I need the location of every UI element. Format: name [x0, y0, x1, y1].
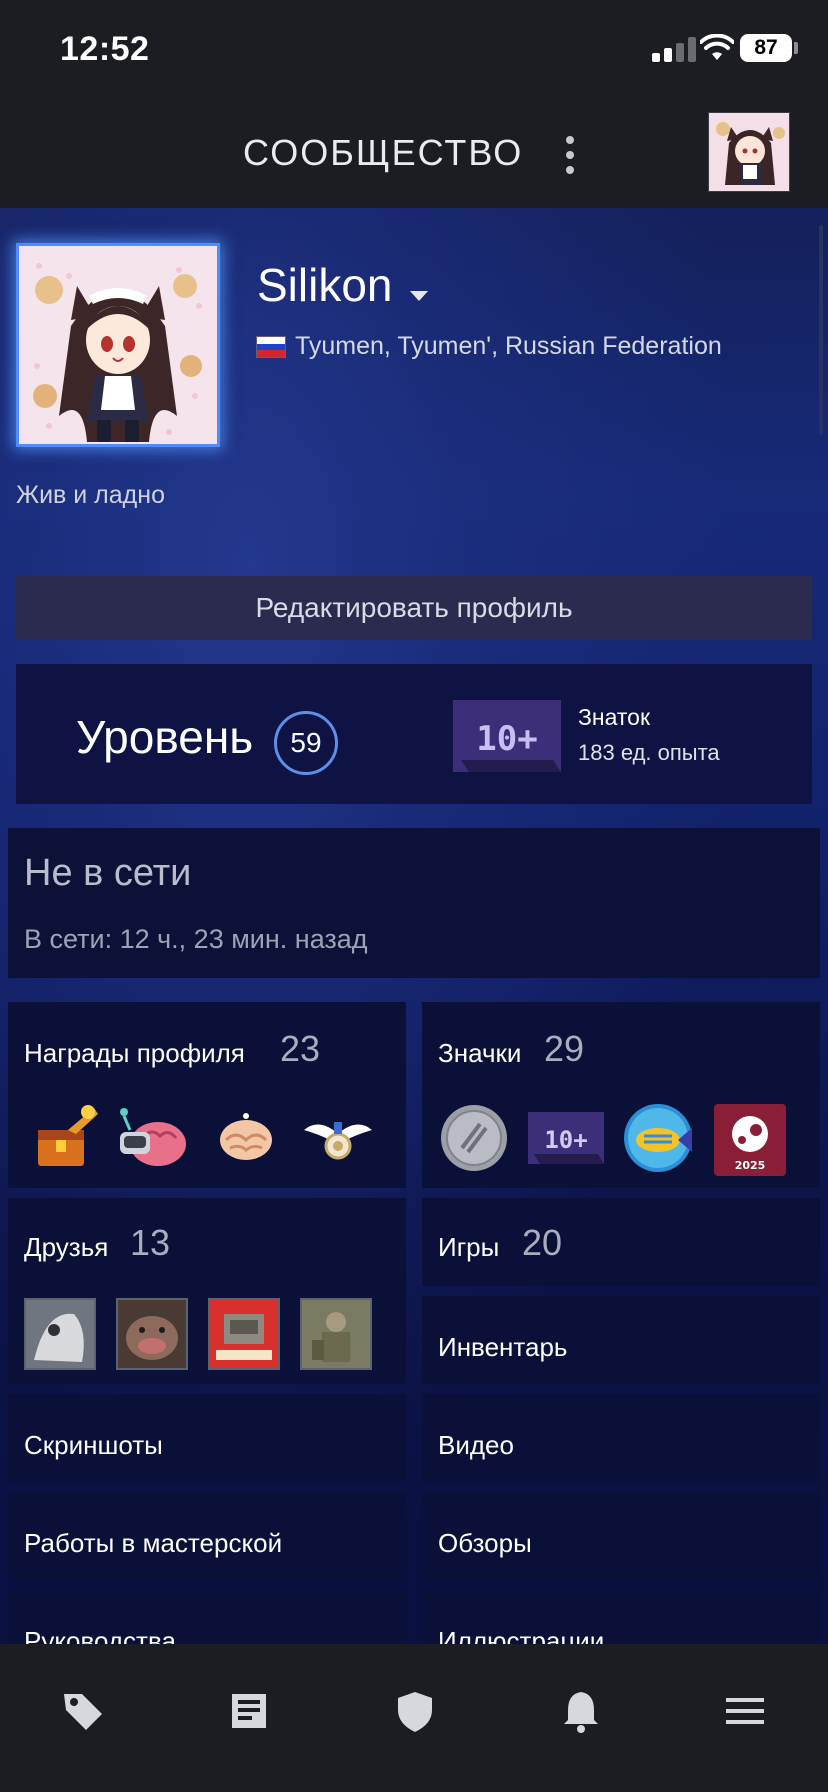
friend-avatar[interactable]: [300, 1298, 372, 1370]
badge-10-text: 10+: [544, 1126, 587, 1154]
tile-inventory-label: Инвентарь: [438, 1332, 568, 1362]
last-online: В сети: 12 ч., 23 мин. назад: [24, 924, 368, 954]
hamburger-menu-icon[interactable]: [722, 1688, 768, 1734]
tile-games[interactable]: Игры 20: [422, 1198, 820, 1286]
status-bar: 12:52 87: [0, 0, 828, 100]
header-avatar[interactable]: [708, 112, 790, 192]
friend-avatar[interactable]: [24, 1298, 96, 1370]
tile-badges-count: 29: [544, 1028, 585, 1069]
edit-profile-button[interactable]: Редактировать профиль: [16, 576, 812, 640]
tile-screenshots[interactable]: Скриншоты: [8, 1394, 406, 1482]
friend-avatar[interactable]: [116, 1298, 188, 1370]
wifi-icon: [700, 34, 734, 60]
screen: 12:52 87 СООБЩЕСТВО Silikon Tyumen, Tyum…: [0, 0, 828, 1792]
online-status: Не в сети: [24, 852, 192, 894]
tile-awards-count: 23: [280, 1028, 321, 1069]
silver-coin-badge-icon: [441, 1105, 507, 1171]
tile-workshop-label: Работы в мастерской: [24, 1528, 283, 1558]
username[interactable]: Silikon: [257, 258, 393, 312]
level-panel[interactable]: Уровень 59 10+ Знаток 183 ед. опыта: [16, 664, 812, 804]
xp-badge-icon: 10+: [453, 700, 561, 772]
xp-badge-text: 10+: [476, 719, 537, 759]
page-title: СООБЩЕСТВО: [243, 132, 524, 173]
cellular-signal-icon: [652, 36, 698, 62]
tile-friends-count: 13: [130, 1222, 171, 1263]
store-tag-icon[interactable]: [60, 1688, 106, 1734]
tile-games-count: 20: [522, 1222, 563, 1263]
xp-value: 183 ед. опыта: [578, 740, 720, 765]
scrollbar-thumb[interactable]: [819, 225, 823, 435]
tile-videos[interactable]: Видео: [422, 1394, 820, 1482]
level-label: Уровень: [76, 711, 254, 763]
tile-reviews[interactable]: Обзоры: [422, 1492, 820, 1580]
tile-friends-label: Друзья: [24, 1232, 109, 1262]
tile-workshop[interactable]: Работы в мастерской: [8, 1492, 406, 1580]
battery-indicator: 87: [740, 34, 792, 62]
app-header: СООБЩЕСТВО: [0, 100, 828, 208]
online-status-panel: Не в сети В сети: 12 ч., 23 мин. назад: [8, 828, 820, 978]
winged-medal-icon: [304, 1122, 372, 1160]
brain-icon: [220, 1113, 272, 1160]
tile-reviews-label: Обзоры: [438, 1528, 532, 1558]
profile-summary: Жив и ладно: [16, 481, 165, 509]
kebab-menu-icon[interactable]: [563, 136, 577, 176]
shield-icon[interactable]: [392, 1688, 438, 1734]
battery-cap: [794, 42, 798, 54]
russia-flag-icon: [256, 336, 286, 358]
news-icon[interactable]: [226, 1688, 272, 1734]
tile-games-label: Игры: [438, 1232, 500, 1262]
tile-videos-label: Видео: [438, 1430, 514, 1460]
steam-2025-badge-icon: 2025: [714, 1104, 786, 1176]
status-time: 12:52: [60, 30, 150, 68]
level-value: 59: [274, 711, 338, 775]
fish-badge-icon: [624, 1104, 692, 1172]
tile-screenshots-label: Скриншоты: [24, 1430, 163, 1460]
xp-10-badge-icon: 10+: [528, 1112, 604, 1164]
badge-2025-text: 2025: [735, 1159, 766, 1172]
treasure-chest-icon: [38, 1105, 98, 1166]
tile-awards-label: Награды профиля: [24, 1038, 245, 1068]
profile-avatar[interactable]: [16, 243, 220, 447]
chevron-down-icon[interactable]: [410, 291, 428, 301]
profile-location: Tyumen, Tyumen', Russian Federation: [295, 332, 722, 360]
bottom-nav: [0, 1644, 828, 1792]
tile-inventory[interactable]: Инвентарь: [422, 1296, 820, 1384]
notifications-bell-icon[interactable]: [558, 1688, 604, 1734]
xp-title: Знаток: [578, 704, 651, 730]
vr-brain-icon: [120, 1108, 186, 1166]
friend-avatar[interactable]: [208, 1298, 280, 1370]
tile-badges-label: Значки: [438, 1038, 522, 1068]
